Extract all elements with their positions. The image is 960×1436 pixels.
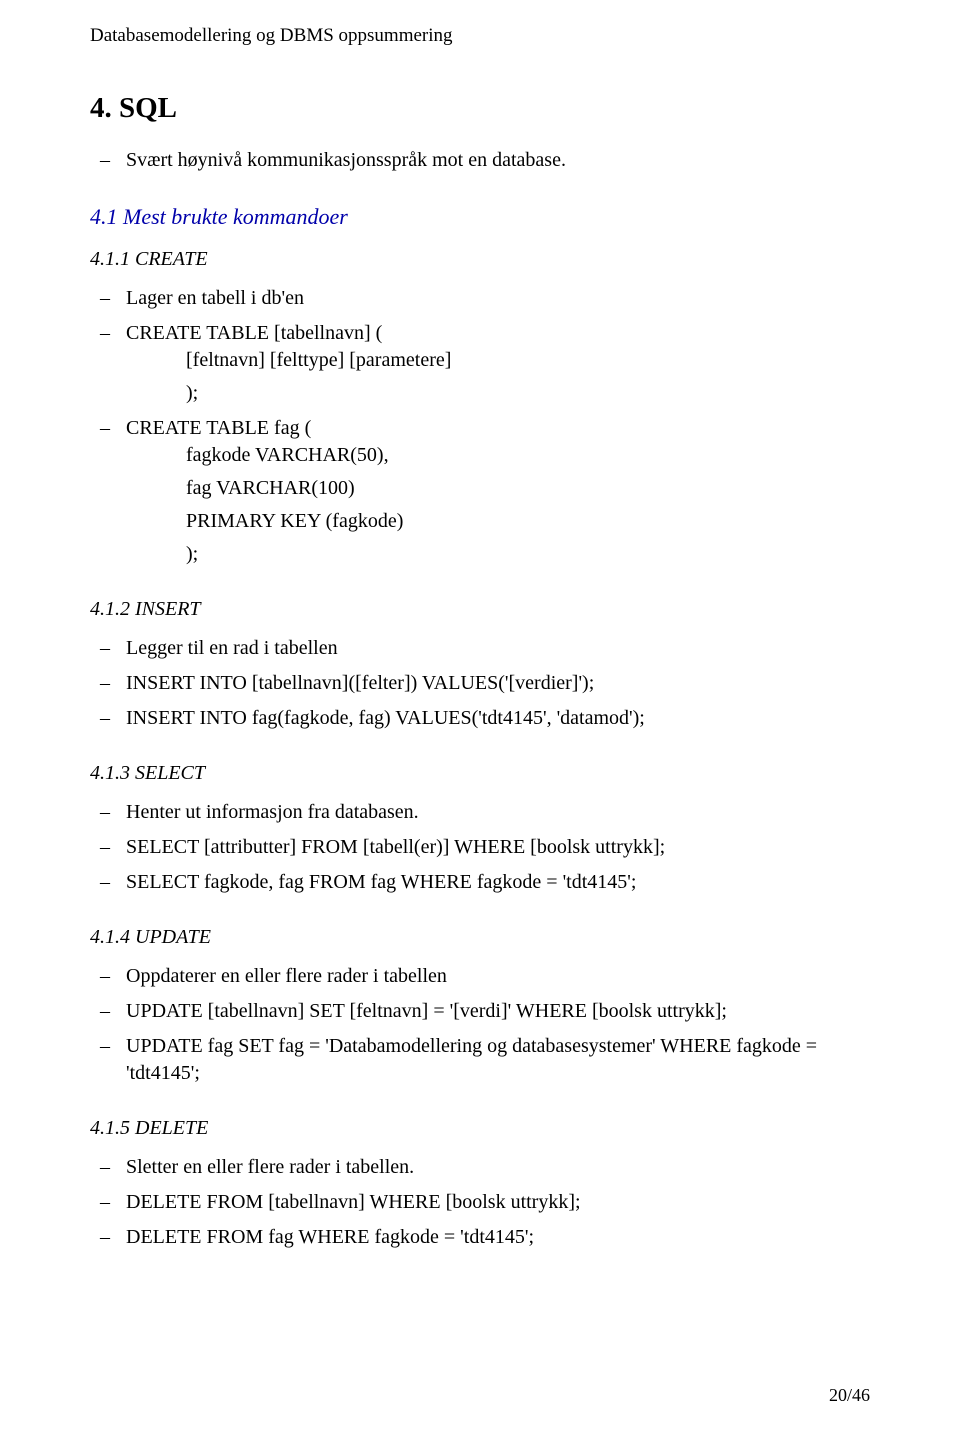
section-heading-4-1-5: 4.1.5 DELETE	[90, 1117, 870, 1140]
code-line: );	[186, 380, 870, 407]
code-line: [feltnavn] [felttype] [parametere]	[186, 347, 870, 374]
list-item: Lager en tabell i db'en	[126, 285, 870, 312]
list-item: INSERT INTO fag(fagkode, fag) VALUES('td…	[126, 705, 870, 732]
code-line: );	[186, 541, 870, 568]
code-line: fagkode VARCHAR(50),	[186, 442, 870, 469]
list-item: INSERT INTO [tabellnavn]([felter]) VALUE…	[126, 670, 870, 697]
section-heading-4-1-4: 4.1.4 UPDATE	[90, 926, 870, 949]
list-item: SELECT fagkode, fag FROM fag WHERE fagko…	[126, 869, 870, 896]
list-item: SELECT [attributter] FROM [tabell(er)] W…	[126, 834, 870, 861]
list-item: Henter ut informasjon fra databasen.	[126, 799, 870, 826]
section-heading-4-1-3: 4.1.3 SELECT	[90, 762, 870, 785]
code-line: fag VARCHAR(100)	[186, 475, 870, 502]
code-line: PRIMARY KEY (fagkode)	[186, 508, 870, 535]
list-item: DELETE FROM [tabellnavn] WHERE [boolsk u…	[126, 1189, 870, 1216]
list-text: CREATE TABLE [tabellnavn] (	[126, 322, 382, 344]
list-item: UPDATE [tabellnavn] SET [feltnavn] = '[v…	[126, 998, 870, 1025]
list-item: Oppdaterer en eller flere rader i tabell…	[126, 963, 870, 990]
running-header: Databasemodellering og DBMS oppsummering	[90, 25, 870, 47]
list-item: DELETE FROM fag WHERE fagkode = 'tdt4145…	[126, 1224, 870, 1251]
section-heading-4: 4. SQL	[90, 92, 870, 125]
list-item: CREATE TABLE [tabellnavn] ( [feltnavn] […	[126, 320, 870, 407]
list-text: CREATE TABLE fag (	[126, 417, 311, 439]
page-number: 20/46	[829, 1385, 870, 1406]
list-item: UPDATE fag SET fag = 'Databamodellering …	[126, 1033, 870, 1087]
list-item: Sletter en eller flere rader i tabellen.	[126, 1154, 870, 1181]
list-item: Svært høynivå kommunikasjonsspråk mot en…	[126, 147, 870, 174]
section-heading-4-1-2: 4.1.2 INSERT	[90, 598, 870, 621]
section-heading-4-1: 4.1 Mest brukte kommandoer	[90, 204, 870, 230]
list-item: Legger til en rad i tabellen	[126, 635, 870, 662]
list-item: CREATE TABLE fag ( fagkode VARCHAR(50), …	[126, 415, 870, 568]
section-heading-4-1-1: 4.1.1 CREATE	[90, 248, 870, 271]
